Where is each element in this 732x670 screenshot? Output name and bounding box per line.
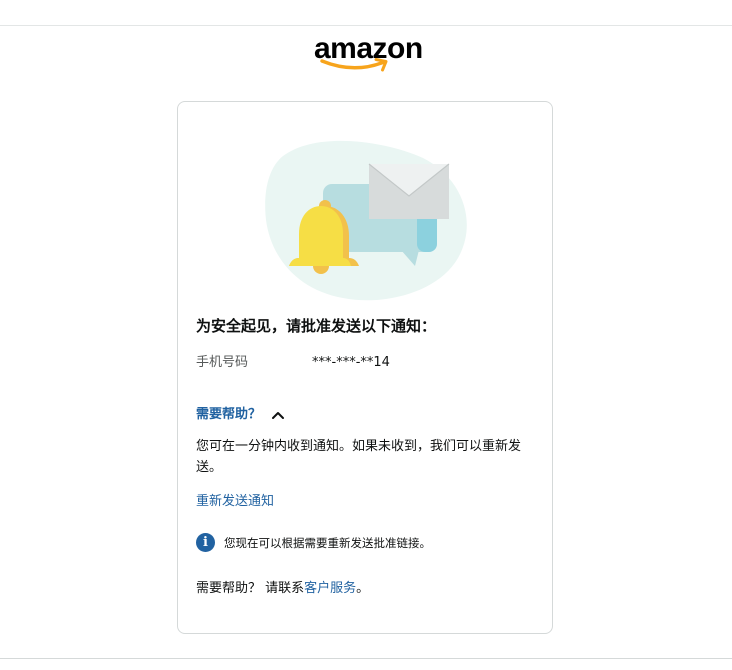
top-divider (0, 25, 732, 26)
need-help-toggle[interactable]: 需要帮助？ (196, 404, 285, 426)
help-description: 您可在一分钟内收到通知。如果未收到，我们可以重新发送。 (196, 439, 522, 475)
contact-support: 需要帮助？ 请联系客户服务。 (196, 579, 369, 599)
envelope-icon (368, 163, 450, 219)
approval-card: 为安全起见，请批准发送以下通知： 手机号码 ***-***-**14 需要帮助？… (177, 101, 553, 634)
contact-suffix: 。 (356, 581, 370, 596)
phone-label: 手机号码 (196, 355, 249, 370)
logo-smile-icon (320, 58, 388, 72)
resend-notification-link[interactable]: 重新发送通知 (196, 492, 274, 512)
contact-prefix: 需要帮助？ 请联系 (196, 581, 305, 596)
customer-service-link[interactable]: 客户服务 (304, 581, 356, 596)
approval-heading: 为安全起见，请批准发送以下通知： (196, 317, 437, 335)
phone-number-masked: ***-***-**14 (312, 355, 390, 370)
need-help-label: 需要帮助？ (196, 407, 262, 422)
chevron-up-icon (272, 412, 285, 419)
info-alert: i 您现在可以根据需要重新发送批准链接。 (196, 533, 431, 552)
amazon-logo[interactable]: amazon (314, 32, 423, 76)
bottom-divider (0, 658, 732, 659)
info-icon: i (196, 533, 215, 552)
notification-illustration (265, 140, 467, 301)
info-text: 您现在可以根据需要重新发送批准链接。 (224, 535, 431, 550)
